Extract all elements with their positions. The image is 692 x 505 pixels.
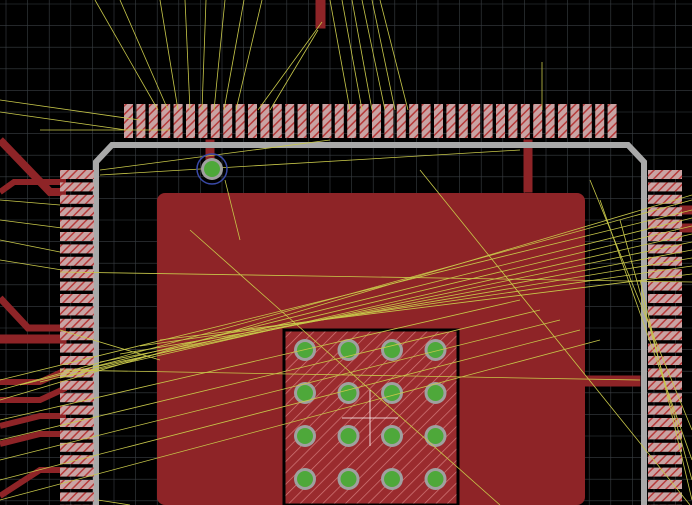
chip-pad bbox=[60, 442, 94, 452]
chip-pad bbox=[648, 318, 682, 328]
copper-trace-left-4 bbox=[0, 334, 67, 344]
chip-pad bbox=[60, 380, 94, 390]
chip-pad bbox=[545, 104, 555, 138]
chip-pad bbox=[607, 104, 617, 138]
chip-pad bbox=[471, 104, 481, 138]
chip-pad bbox=[396, 104, 406, 138]
chip-pad bbox=[648, 368, 682, 378]
chip-pad bbox=[136, 104, 146, 138]
chip-pad bbox=[648, 405, 682, 415]
chip-pad bbox=[570, 104, 580, 138]
chip-pad bbox=[648, 244, 682, 254]
chip-pad bbox=[60, 232, 94, 241]
chip-pad bbox=[60, 219, 94, 229]
chip-pad bbox=[60, 281, 94, 291]
thermal-via-drill bbox=[340, 342, 357, 358]
chip-pad bbox=[334, 104, 344, 138]
thermal-via-drill bbox=[297, 385, 313, 401]
chip-pad bbox=[409, 104, 419, 138]
chip-pad bbox=[60, 194, 94, 204]
chip-pad bbox=[60, 393, 94, 403]
chip-pad bbox=[648, 467, 682, 477]
chip-pad bbox=[648, 207, 682, 217]
thermal-via-drill bbox=[427, 471, 444, 487]
chip-pad bbox=[648, 232, 682, 241]
chip-pad bbox=[520, 104, 530, 138]
chip-pad bbox=[186, 104, 195, 138]
chip-pad bbox=[235, 104, 245, 138]
chip-pad bbox=[648, 306, 682, 316]
chip-pad bbox=[285, 104, 295, 138]
chip-pad bbox=[60, 182, 94, 192]
thermal-via-drill bbox=[340, 471, 357, 487]
chip-pad bbox=[648, 442, 682, 452]
chip-pad bbox=[347, 104, 357, 138]
chip-pad bbox=[260, 104, 270, 138]
chip-pad bbox=[60, 405, 94, 415]
chip-pad bbox=[372, 104, 381, 138]
chip-pad bbox=[60, 244, 94, 254]
chip-pad bbox=[60, 418, 94, 427]
chip-pad bbox=[508, 104, 518, 138]
chip-pad bbox=[60, 343, 94, 353]
chip-pad bbox=[60, 318, 94, 328]
chip-pad bbox=[198, 104, 208, 138]
chip-pad bbox=[359, 104, 369, 138]
chip-pad bbox=[483, 104, 493, 138]
chip-pad bbox=[272, 104, 282, 138]
thermal-via-drill bbox=[340, 385, 357, 401]
thermal-via-drill bbox=[297, 428, 313, 444]
thermal-via-drill bbox=[427, 385, 444, 401]
via-drill bbox=[204, 161, 220, 177]
chip-pad bbox=[446, 104, 456, 138]
chip-pad bbox=[124, 104, 133, 138]
chip-pad bbox=[421, 104, 431, 138]
thermal-via-drill bbox=[340, 428, 357, 444]
chip-pad bbox=[60, 256, 94, 266]
thermal-via-drill bbox=[297, 471, 313, 487]
chip-pad bbox=[648, 182, 682, 192]
chip-pad bbox=[533, 104, 543, 138]
chip-pad bbox=[210, 104, 220, 138]
chip-pad bbox=[648, 294, 682, 303]
chip-pad bbox=[648, 219, 682, 229]
chip-pad bbox=[322, 104, 332, 138]
chip-pad bbox=[648, 480, 682, 489]
chip-pad bbox=[148, 104, 158, 138]
chip-pad bbox=[595, 104, 605, 138]
chip-pad bbox=[248, 104, 257, 138]
chip-pad bbox=[310, 104, 319, 138]
chip-pad bbox=[384, 104, 394, 138]
chip-pad bbox=[60, 306, 94, 316]
chip-pad bbox=[60, 207, 94, 217]
chip-pad bbox=[60, 492, 94, 502]
via[interactable] bbox=[196, 153, 228, 185]
chip-pad bbox=[60, 269, 94, 279]
chip-pad bbox=[60, 294, 94, 303]
chip-pad bbox=[648, 269, 682, 279]
chip-pad bbox=[60, 467, 94, 477]
thermal-via-drill bbox=[427, 428, 444, 444]
chip-pad bbox=[458, 104, 468, 138]
chip-pad bbox=[496, 104, 505, 138]
chip-pad bbox=[297, 104, 307, 138]
pcb-layout-canvas[interactable] bbox=[0, 0, 692, 505]
thermal-via-drill bbox=[384, 428, 400, 444]
thermal-via-drill bbox=[384, 471, 400, 487]
chip-pad bbox=[648, 492, 682, 502]
chip-pad bbox=[60, 170, 94, 179]
chip-pad bbox=[648, 281, 682, 291]
chip-pad bbox=[434, 104, 443, 138]
chip-pad bbox=[558, 104, 567, 138]
chip-pad bbox=[648, 393, 682, 403]
chip-pad bbox=[60, 480, 94, 489]
chip-pad bbox=[648, 170, 682, 179]
chip-pad bbox=[582, 104, 592, 138]
chip-pad bbox=[161, 104, 171, 138]
thermal-via-drill bbox=[384, 385, 400, 401]
